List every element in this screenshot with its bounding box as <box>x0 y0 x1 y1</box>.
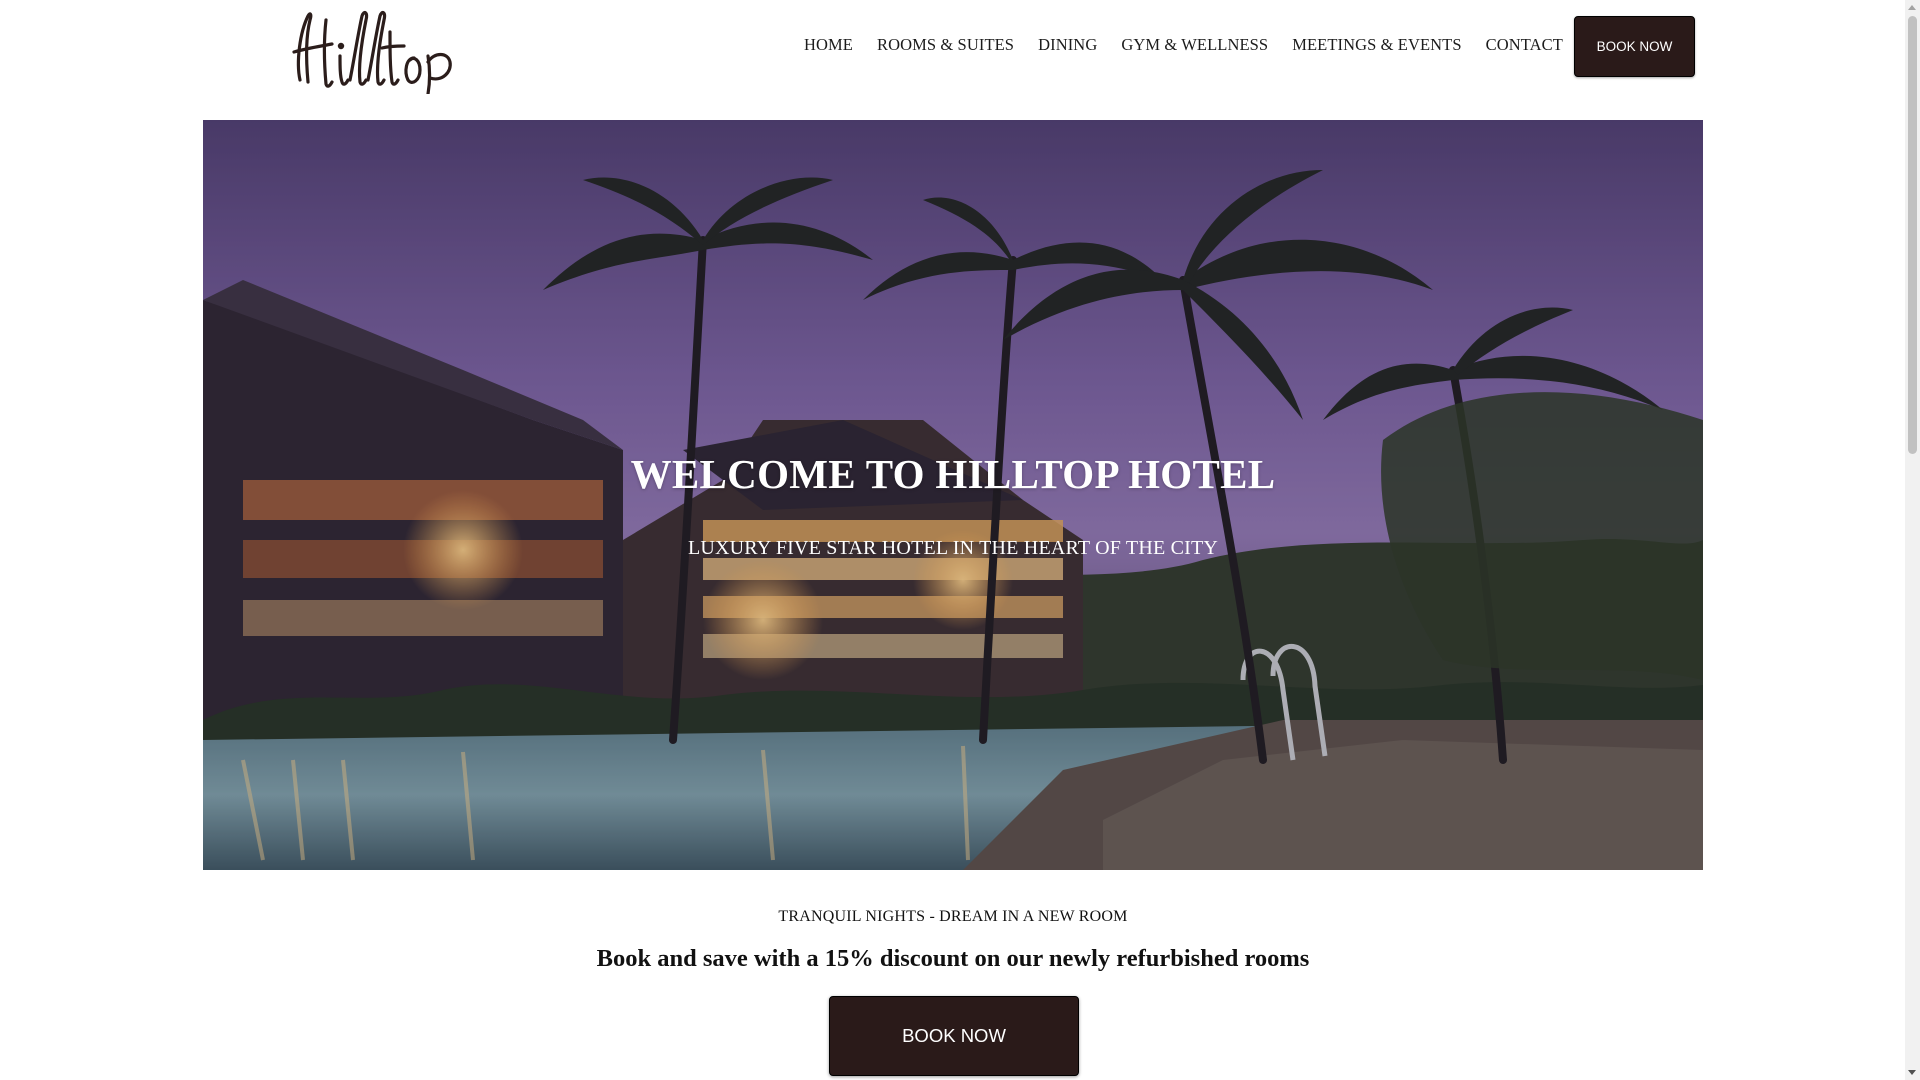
page: HOME ROOMS & SUITES DINING GYM & WELLNES… <box>0 0 1920 1080</box>
main-navigation: HOME ROOMS & SUITES DINING GYM & WELLNES… <box>804 30 1587 60</box>
scrollbar-thumb[interactable] <box>1908 16 1917 454</box>
promo-book-now-button[interactable]: BOOK NOW <box>829 996 1079 1076</box>
hilltop-logo-script-mark <box>292 10 452 94</box>
nav-item-meetings-events[interactable]: MEETINGS & EVENTS <box>1292 35 1461 55</box>
chevron-up-icon[interactable] <box>1908 5 1916 10</box>
chevron-down-icon[interactable] <box>1908 1070 1916 1075</box>
nav-item-gym-wellness[interactable]: GYM & WELLNESS <box>1121 35 1268 55</box>
promo-headline: Book and save with a 15% discount on our… <box>596 945 1310 972</box>
nav-item-home[interactable]: HOME <box>804 35 853 55</box>
hero-banner: WELCOME TO HILLTOP HOTEL LUXURY FIVE STA… <box>203 120 1703 870</box>
header-book-now-button[interactable]: BOOK NOW <box>1574 16 1695 77</box>
page-scrollbar[interactable] <box>1905 0 1920 1080</box>
hero-subtitle: LUXURY FIVE STAR HOTEL IN THE HEART OF T… <box>687 537 1219 559</box>
hero-title: WELCOME TO HILLTOP HOTEL <box>630 451 1276 497</box>
promo-eyebrow: TRANQUIL NIGHTS - DREAM IN A NEW ROOM <box>778 908 1128 925</box>
hilltop-logo[interactable] <box>286 2 464 94</box>
nav-item-rooms-suites[interactable]: ROOMS & SUITES <box>877 35 1014 55</box>
nav-item-contact[interactable]: CONTACT <box>1486 35 1563 55</box>
nav-item-dining[interactable]: DINING <box>1038 35 1097 55</box>
